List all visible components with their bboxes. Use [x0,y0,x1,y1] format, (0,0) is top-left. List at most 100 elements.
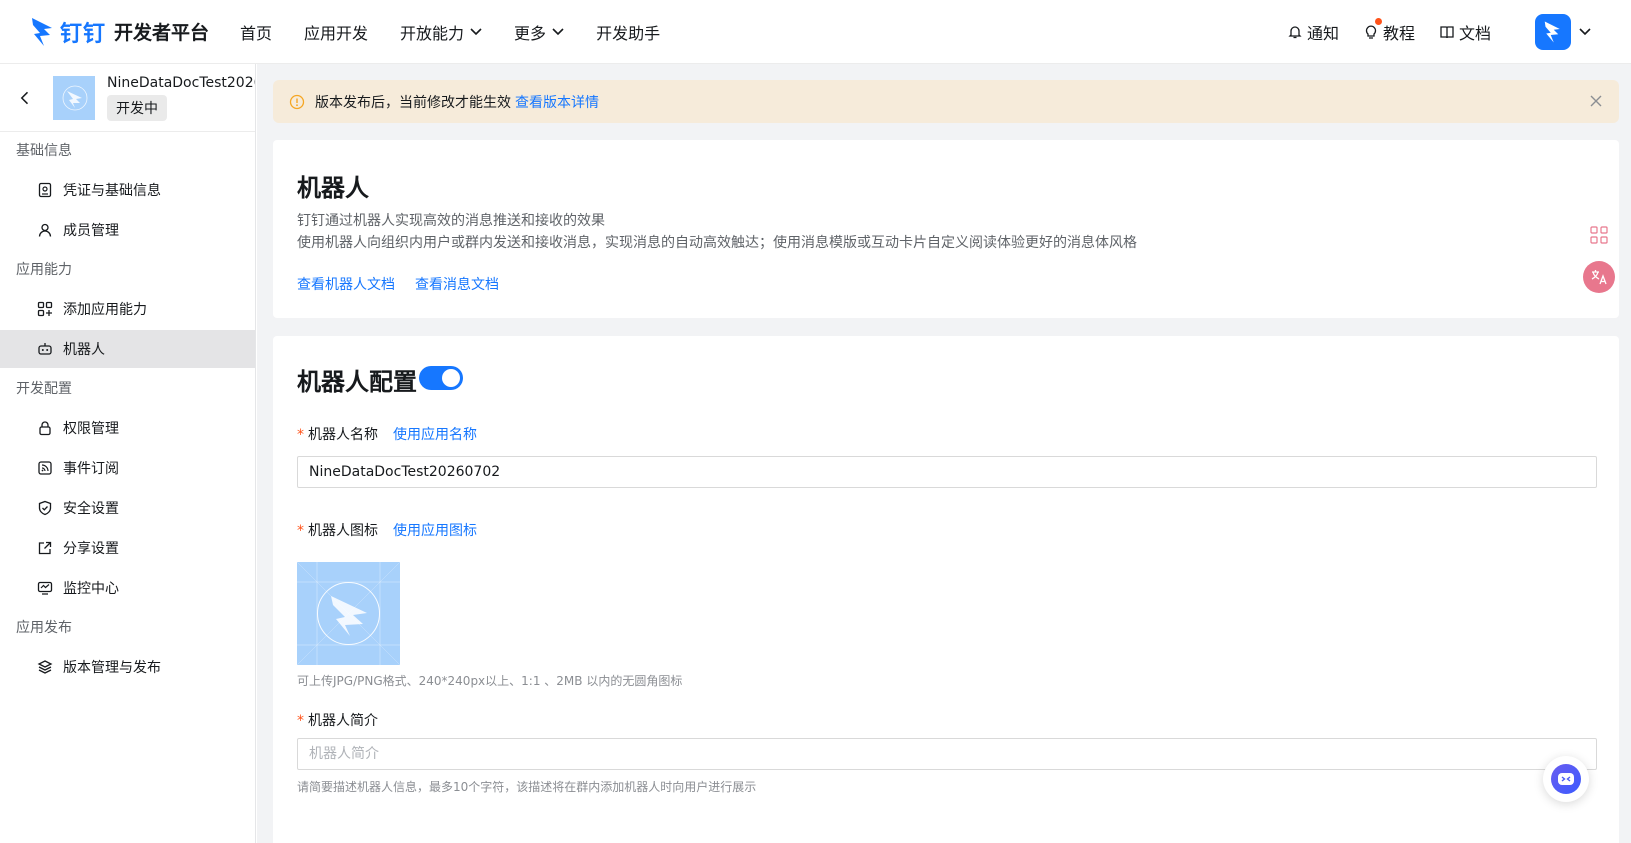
sidebar-item-event-subscription[interactable]: 事件订阅 [0,449,255,487]
nav-label: 开放能力 [400,23,465,43]
top-right-actions: 通知 教程 文档 [1287,0,1631,64]
notify-button[interactable]: 通知 [1287,20,1339,44]
banner-text: 版本发布后，当前修改才能生效 [315,94,511,111]
sidebar-item-label: 权限管理 [63,421,119,437]
monitor-icon [37,581,53,595]
translate-icon [1591,270,1607,285]
robot-name-input[interactable] [297,456,1597,488]
top-navbar: 钉钉 开发者平台 首页 应用开发 开放能力 更多 开发助手 通知 教程 文档 [0,0,1631,64]
page-title: 机器人 [297,174,369,202]
sidebar-item-label: 监控中心 [63,581,119,597]
back-arrow-icon[interactable] [18,90,33,106]
group-app-release: 应用发布 [16,620,72,636]
docs-label: 文档 [1458,24,1491,43]
robot-intro-label: * 机器人简介 [297,710,378,730]
sidebar-item-credentials[interactable]: 凭证与基础信息 [0,171,255,209]
app-meta: NineDataDocTest20260702 开发中 [107,75,255,121]
chat-bot-icon [1558,773,1574,785]
ai-assistant-button[interactable] [1543,756,1589,802]
required-mark: * [297,713,304,729]
rss-icon [38,461,52,475]
docs-button[interactable]: 文档 [1439,20,1491,44]
use-app-icon-link[interactable]: 使用应用图标 [393,520,477,540]
sidebar-item-label: 版本管理与发布 [63,660,161,676]
intro-description: 钉钉通过机器人实现高效的消息推送和接收的效果 [297,213,605,229]
chevron-down-icon [552,27,564,35]
robot-intro-input[interactable] [297,738,1597,770]
sidebar-item-security[interactable]: 安全设置 [0,489,255,527]
sidebar-item-members[interactable]: 成员管理 [0,211,255,249]
brand-name: 钉钉 [60,21,107,47]
sidebar-item-robot[interactable]: 机器人 [0,330,255,368]
sidebar-item-label: 安全设置 [63,501,119,517]
view-version-details-link[interactable]: 查看版本详情 [515,92,599,112]
tutorial-label: 教程 [1382,24,1415,43]
chevron-down-icon [1579,28,1591,36]
lightbulb-icon [1365,25,1377,39]
info-circle-icon [289,94,305,109]
label-text: 机器人简介 [308,713,378,729]
app-logo-placeholder-icon [62,85,88,110]
robot-icon-label: * 机器人图标 [297,520,378,540]
intro-description-detail: 使用机器人向组织内用户或群内发送和接收消息，实现消息的自动高效触达；使用消息模版… [297,235,1137,251]
nav-open-capabilities[interactable]: 开放能力 [400,20,482,44]
nav-app-dev[interactable]: 应用开发 [304,20,368,44]
apps-add-icon [37,301,53,317]
group-basic-info: 基础信息 [16,143,72,159]
sidebar-item-share[interactable]: 分享设置 [0,529,255,567]
layers-icon [37,660,53,674]
nav-label: 更多 [514,23,547,43]
nav-label: 应用开发 [304,23,369,43]
close-icon[interactable] [1589,94,1603,108]
sidebar-item-label: 凭证与基础信息 [63,183,161,199]
floating-side-tools [1579,219,1619,299]
sidebar-item-label: 机器人 [63,342,105,358]
avatar [1535,14,1571,50]
tutorial-button[interactable]: 教程 [1363,18,1415,44]
chevron-down-icon [470,27,482,35]
robot-logo-placeholder-icon [297,562,400,665]
sidebar-item-label: 事件订阅 [63,461,119,477]
use-app-name-link[interactable]: 使用应用名称 [393,424,477,444]
lock-icon [39,421,51,436]
sidebar-item-version-release[interactable]: 版本管理与发布 [0,648,255,686]
app-name: NineDataDocTest20260702 [107,74,255,91]
release-notice-banner: 版本发布后，当前修改才能生效 查看版本详情 [273,80,1619,123]
apps-grid-button[interactable] [1583,219,1615,251]
app-icon [53,75,95,120]
intro-hint: 请简要描述机器人信息，最多10个字符，该描述将在群内添加机器人时向用户进行展示 [297,780,757,794]
required-mark: * [297,523,304,539]
share-icon [38,541,52,555]
sidebar-item-monitor[interactable]: 监控中心 [0,569,255,607]
dingtalk-wing-icon [32,17,52,46]
icon-upload-hint: 可上传JPG/PNG格式、240*240px以上、1:1 、2MB 以内的无圆角… [297,674,683,688]
app-header: NineDataDocTest20260702 开发中 [0,64,255,132]
dingtalk-logo[interactable]: 钉钉 开发者平台 [30,16,240,48]
sidebar-item-permissions[interactable]: 权限管理 [0,409,255,447]
message-docs-link[interactable]: 查看消息文档 [415,274,499,294]
nav-more[interactable]: 更多 [514,20,564,44]
robot-icon [38,343,52,355]
sidebar-item-add-capability[interactable]: 添加应用能力 [0,290,255,328]
robot-icon-upload[interactable] [297,562,400,665]
label-text: 机器人名称 [308,427,378,443]
nav-label: 开发助手 [596,23,661,43]
sidebar-item-label: 分享设置 [63,541,119,557]
sidebar-item-label: 添加应用能力 [63,302,147,318]
sidebar: NineDataDocTest20260702 开发中 基础信息 凭证与基础信息… [0,64,256,843]
shield-icon [38,500,52,516]
nav-home[interactable]: 首页 [240,20,272,44]
robot-intro-card: 机器人 钉钉通过机器人实现高效的消息推送和接收的效果 使用机器人向组织内用户或群… [273,140,1619,318]
assistant-icon-bg [1551,764,1581,794]
nav-dev-assistant[interactable]: 开发助手 [596,20,660,44]
notify-label: 通知 [1306,24,1339,43]
credential-icon [38,182,52,198]
robot-enable-toggle[interactable] [419,366,463,390]
robot-docs-link[interactable]: 查看机器人文档 [297,274,395,294]
required-mark: * [297,427,304,443]
user-icon [38,223,52,237]
user-menu[interactable] [1535,14,1591,50]
unread-dot [1374,18,1382,25]
translate-button[interactable] [1583,261,1615,293]
app-status-badge: 开发中 [107,94,167,121]
